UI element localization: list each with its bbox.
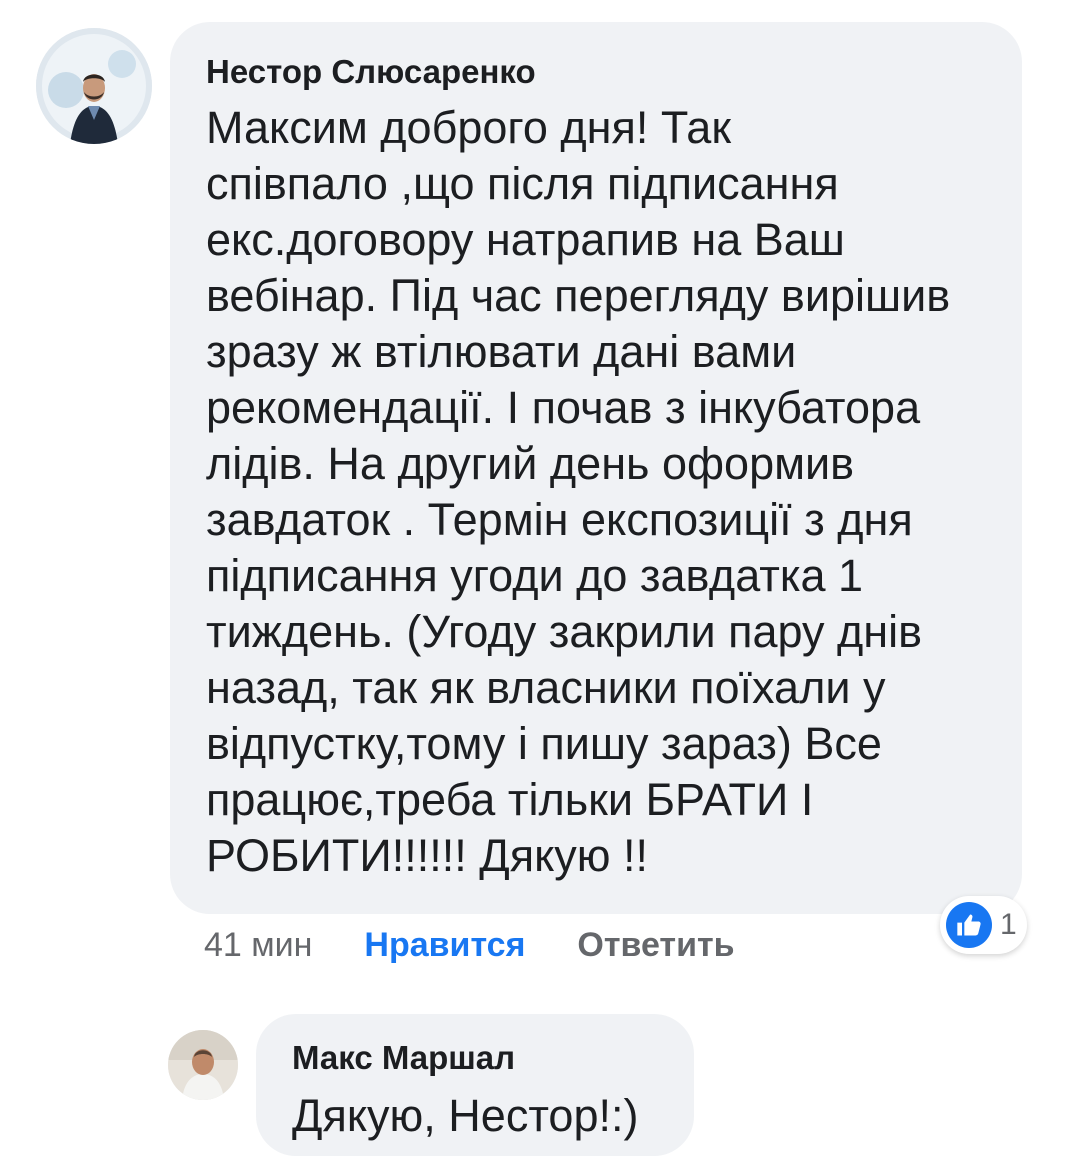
comment-bubble: Макс Маршал Дякую, Нестор!:) — [256, 1014, 694, 1156]
comment-text: Дякую, Нестор!:) — [292, 1090, 639, 1141]
comment-author[interactable]: Макс Маршал — [292, 1038, 658, 1078]
comment-text: Максим доброго дня! Так співпало ,що піс… — [206, 102, 951, 881]
reaction-summary[interactable]: 1 — [940, 896, 1027, 954]
avatar[interactable] — [168, 1030, 238, 1100]
comment-actions: 41 мин Нравится Ответить — [204, 922, 787, 968]
avatar-photo — [36, 28, 152, 144]
thumbs-up-icon — [946, 902, 992, 948]
comment-timestamp[interactable]: 41 мин — [204, 926, 312, 965]
comment-author[interactable]: Нестор Слюсаренко — [206, 52, 986, 92]
reaction-count: 1 — [1000, 908, 1017, 941]
comment-bubble: Нестор Слюсаренко Максим доброго дня! Та… — [170, 22, 1022, 914]
avatar[interactable] — [36, 28, 152, 144]
like-button[interactable]: Нравится — [364, 926, 525, 965]
reply-button[interactable]: Ответить — [577, 926, 734, 965]
avatar-photo — [168, 1030, 238, 1100]
